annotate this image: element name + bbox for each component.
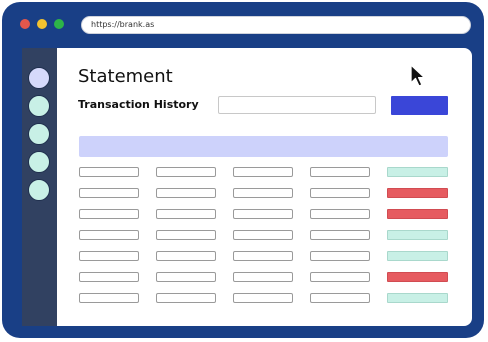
- address-url: https://brank.as: [91, 20, 155, 29]
- status-badge: [387, 272, 448, 282]
- maximize-window-button[interactable]: [54, 19, 64, 29]
- table-cell: [233, 230, 293, 240]
- table-cell: [233, 209, 293, 219]
- table-cell: [156, 293, 216, 303]
- section-title: Transaction History: [78, 98, 199, 111]
- status-badge: [387, 251, 448, 261]
- table-cell: [79, 188, 139, 198]
- status-badge: [387, 209, 448, 219]
- table-cell: [156, 188, 216, 198]
- primary-action-button[interactable]: [391, 96, 448, 115]
- nav-item-2[interactable]: [28, 95, 50, 117]
- nav-item-3[interactable]: [28, 123, 50, 145]
- table-cell: [310, 167, 370, 177]
- table-cell: [233, 293, 293, 303]
- page-title: Statement: [78, 66, 173, 87]
- nav-item-1[interactable]: [28, 67, 50, 89]
- table-cell: [310, 293, 370, 303]
- table-header: [79, 136, 448, 157]
- mouse-cursor-icon: [410, 64, 426, 87]
- table-cell: [79, 251, 139, 261]
- table-cell: [233, 167, 293, 177]
- table-cell: [156, 167, 216, 177]
- app-content: Statement Transaction History: [22, 48, 472, 326]
- table-cell: [310, 209, 370, 219]
- table-cell: [156, 209, 216, 219]
- status-badge: [387, 167, 448, 177]
- table-cell: [310, 251, 370, 261]
- table-cell: [156, 230, 216, 240]
- table-cell: [233, 251, 293, 261]
- table-cell: [79, 272, 139, 282]
- address-bar[interactable]: https://brank.as: [81, 16, 471, 34]
- table-cell: [156, 272, 216, 282]
- sidebar: [22, 48, 57, 326]
- table-cell: [233, 188, 293, 198]
- table-cell: [310, 230, 370, 240]
- table-cell: [79, 293, 139, 303]
- table-cell: [79, 167, 139, 177]
- table-cell: [79, 230, 139, 240]
- table-cell: [310, 272, 370, 282]
- minimize-window-button[interactable]: [37, 19, 47, 29]
- close-window-button[interactable]: [20, 19, 30, 29]
- status-badge: [387, 188, 448, 198]
- table-cell: [233, 272, 293, 282]
- nav-item-4[interactable]: [28, 151, 50, 173]
- status-badge: [387, 230, 448, 240]
- table-cell: [156, 251, 216, 261]
- status-badge: [387, 293, 448, 303]
- search-input[interactable]: [218, 96, 376, 114]
- table-cell: [79, 209, 139, 219]
- nav-item-5[interactable]: [28, 179, 50, 201]
- browser-window: https://brank.as Statement Transaction H…: [2, 2, 484, 338]
- table-cell: [310, 188, 370, 198]
